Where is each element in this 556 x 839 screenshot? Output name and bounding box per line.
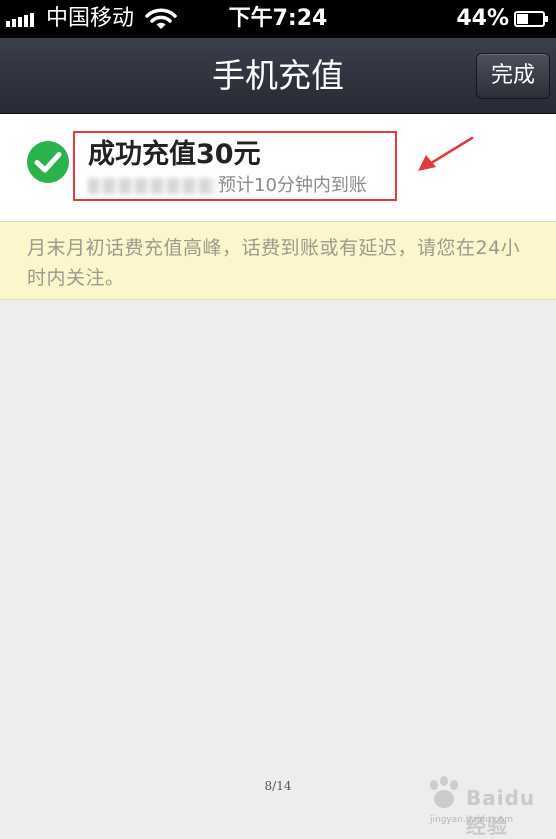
annotation-highlight-box [73,131,397,201]
battery-percent: 44% [456,6,509,31]
page-title: 手机充值 [212,56,344,95]
watermark-url: jingyan.baidu.com [430,815,514,825]
nav-bar: 手机充值 完成 [0,38,556,114]
battery-icon [514,11,548,27]
done-button[interactable]: 完成 [476,53,550,99]
red-arrow-icon [418,136,474,171]
delay-notice-text: 月末月初话费充值高峰，话费到账或有延迟，请您在24小时内关注。 [27,237,521,289]
status-bar: 中国移动 下午7:24 44% [0,0,556,38]
check-circle-icon [27,141,69,183]
baidu-paw-icon [430,776,458,808]
watermark-text: Baidu经验 [466,786,536,838]
